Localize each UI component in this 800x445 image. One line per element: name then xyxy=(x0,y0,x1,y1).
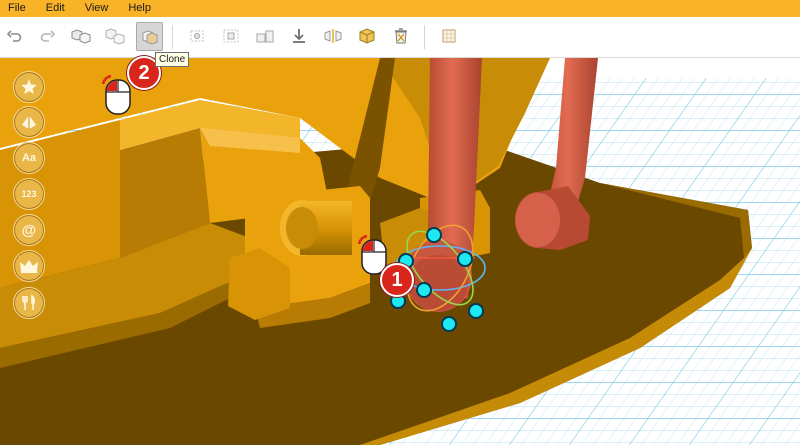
toolbar-divider xyxy=(172,25,173,49)
sidebar-item-shapes[interactable] xyxy=(13,106,45,138)
tools-icon xyxy=(22,294,36,310)
redo-icon xyxy=(40,30,55,42)
mirror-button[interactable] xyxy=(320,23,346,49)
menu-bar: File Edit View Help xyxy=(0,0,800,17)
menu-file[interactable]: File xyxy=(0,0,36,17)
text-icon: Aa xyxy=(21,152,37,164)
group-icon xyxy=(71,29,91,44)
gizmo-handle xyxy=(416,282,432,298)
arm-right-foot-face xyxy=(516,193,560,247)
grid-button[interactable] xyxy=(436,23,462,49)
solid-box-icon xyxy=(359,28,375,44)
gizmo-handle xyxy=(426,227,442,243)
snap-button[interactable] xyxy=(218,23,244,49)
undo-icon xyxy=(7,30,22,42)
clone-icon xyxy=(142,29,157,45)
menu-view[interactable]: View xyxy=(75,0,119,17)
undo-button[interactable] xyxy=(2,23,28,49)
sidebar-item-favorites[interactable] xyxy=(13,71,45,103)
gizmo-handle xyxy=(468,303,484,319)
pyramid-icon xyxy=(22,115,36,129)
drop-to-plane-button[interactable] xyxy=(286,23,312,49)
star-icon xyxy=(21,79,37,94)
clone-button[interactable] xyxy=(136,22,163,51)
sidebar-item-tools[interactable] xyxy=(13,287,45,319)
group-button[interactable] xyxy=(68,23,94,49)
sidebar-item-symbols[interactable]: @ xyxy=(13,214,45,246)
sidebar-item-numbers[interactable]: 123 xyxy=(13,178,45,210)
clone-tooltip: Clone xyxy=(155,52,190,67)
redo-button[interactable] xyxy=(34,23,60,49)
menu-edit[interactable]: Edit xyxy=(36,0,75,17)
sidebar-item-text[interactable]: Aa xyxy=(13,142,45,174)
pin-cylinder-face xyxy=(286,207,318,249)
delete-button[interactable] xyxy=(388,23,414,49)
gizmo-handle xyxy=(457,251,473,267)
download-icon xyxy=(293,29,305,43)
gizmo-handle xyxy=(441,316,457,332)
step-badge-1: 1 xyxy=(380,263,414,297)
mirror-icon xyxy=(324,29,342,43)
toolbar xyxy=(0,17,800,58)
measure-icon xyxy=(256,30,274,43)
align-icon xyxy=(190,30,204,42)
toolbar-divider xyxy=(424,25,425,49)
crown-icon xyxy=(20,260,38,273)
align-button[interactable] xyxy=(184,23,210,49)
grid-icon xyxy=(442,29,456,43)
measure-button[interactable] xyxy=(252,23,278,49)
solid-button[interactable] xyxy=(354,23,380,49)
trash-icon xyxy=(395,28,407,44)
sidebar-item-premium[interactable] xyxy=(13,250,45,282)
numbers-icon: 123 xyxy=(21,189,37,199)
ungroup-icon xyxy=(105,28,125,45)
ungroup-button[interactable] xyxy=(102,23,128,49)
snap-icon xyxy=(223,29,239,43)
menu-help[interactable]: Help xyxy=(118,0,161,17)
at-icon: @ xyxy=(21,221,37,239)
